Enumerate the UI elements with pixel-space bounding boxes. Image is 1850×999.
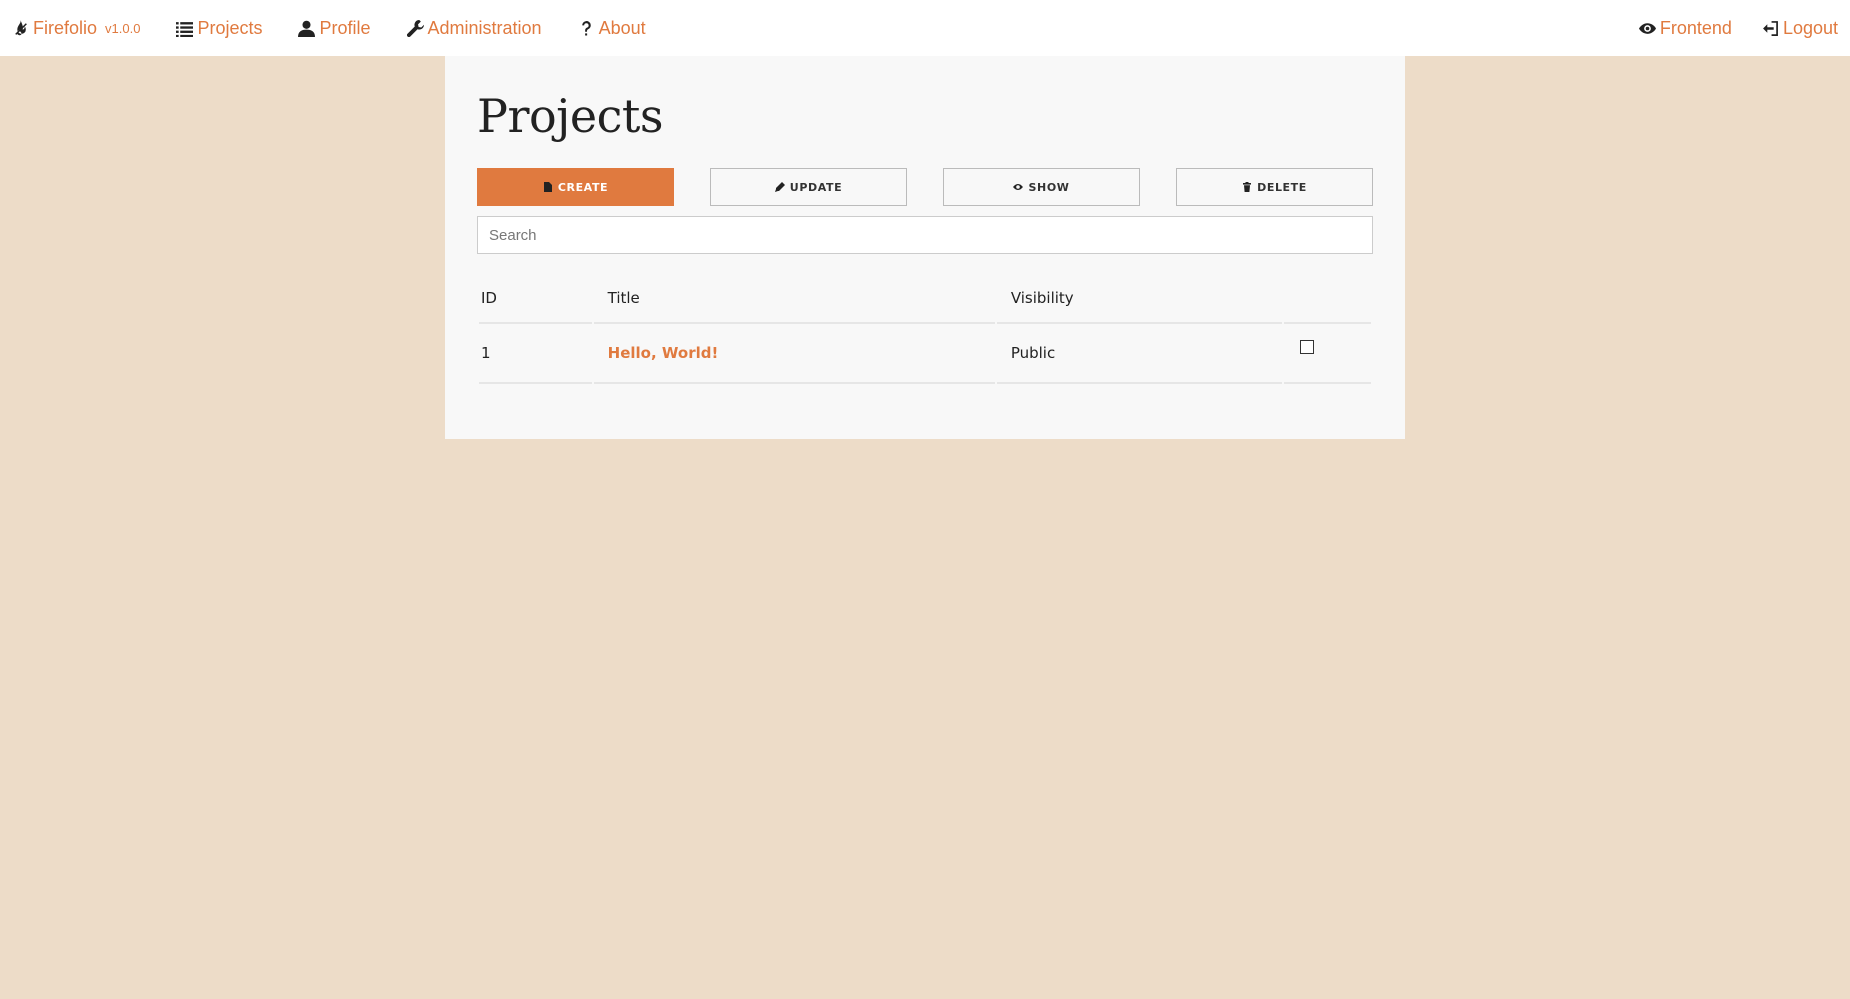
nav-item-profile-label: Profile [319, 17, 371, 38]
update-button-label: UPDATE [789, 180, 843, 194]
show-button[interactable]: SHOW [943, 168, 1140, 206]
projects-table: ID Title Visibility 1 Hello, World! Publ… [477, 274, 1373, 384]
create-button-label: CREATE [557, 180, 609, 194]
column-header-visibility[interactable]: Visibility [996, 274, 1282, 324]
action-toolbar: CREATE UPDATE SHOW DELETE [477, 168, 1373, 206]
nav-item-profile[interactable]: Profile [298, 17, 371, 39]
brand-version: v1.0.0 [105, 20, 141, 36]
nav-item-administration-label: Administration [427, 17, 542, 38]
nav-item-frontend-label: Frontend [1659, 17, 1732, 38]
column-header-select [1283, 274, 1371, 324]
eye-icon [1638, 22, 1656, 34]
show-button-label: SHOW [1028, 180, 1070, 194]
nav-right: Frontend Logout [1609, 18, 1838, 39]
column-header-title[interactable]: Title [593, 274, 995, 324]
create-button[interactable]: CREATE [477, 168, 674, 206]
projects-card: Projects CREATE UPDATE SHOW DELETE Searc… [445, 56, 1405, 439]
cell-title: Hello, World! [593, 324, 995, 384]
pencil-icon [774, 182, 785, 192]
list-icon [176, 21, 194, 37]
brand-name: Firefolio [33, 17, 98, 38]
nav-left: Firefolio v1.0.0 Projects Profile Admini… [12, 18, 682, 39]
nav-item-administration[interactable]: Administration [406, 17, 542, 39]
flame-icon [15, 19, 27, 35]
project-title-link[interactable]: Hello, World! [608, 344, 719, 362]
nav-item-about-label: About [598, 17, 646, 38]
question-icon [581, 20, 591, 36]
cell-visibility: Public [996, 324, 1282, 384]
table-header-row: ID Title Visibility [479, 274, 1371, 324]
trash-icon [1243, 182, 1252, 192]
update-button[interactable]: UPDATE [710, 168, 907, 206]
search-input[interactable] [477, 216, 1373, 254]
user-icon [298, 20, 316, 37]
delete-button[interactable]: DELETE [1176, 168, 1373, 206]
cell-select [1283, 324, 1371, 384]
wrench-icon [406, 19, 424, 37]
cell-id: 1 [479, 324, 592, 384]
nav-item-projects[interactable]: Projects [176, 18, 262, 39]
column-header-id[interactable]: ID [479, 274, 592, 324]
brand-link[interactable]: Firefolio v1.0.0 [12, 18, 140, 39]
logout-icon [1763, 20, 1778, 36]
nav-item-logout[interactable]: Logout [1762, 18, 1838, 39]
table-row[interactable]: 1 Hello, World! Public [479, 324, 1371, 384]
delete-button-label: DELETE [1257, 180, 1307, 194]
nav-item-frontend[interactable]: Frontend [1638, 17, 1732, 39]
nav-item-about[interactable]: About [578, 18, 646, 39]
eye-icon [1013, 184, 1024, 190]
nav-item-logout-label: Logout [1782, 17, 1838, 38]
top-navbar: Firefolio v1.0.0 Projects Profile Admini… [0, 0, 1850, 56]
page-title: Projects [477, 89, 663, 143]
file-icon [543, 182, 552, 192]
row-select-checkbox[interactable] [1299, 340, 1314, 354]
nav-item-projects-label: Projects [197, 17, 263, 38]
